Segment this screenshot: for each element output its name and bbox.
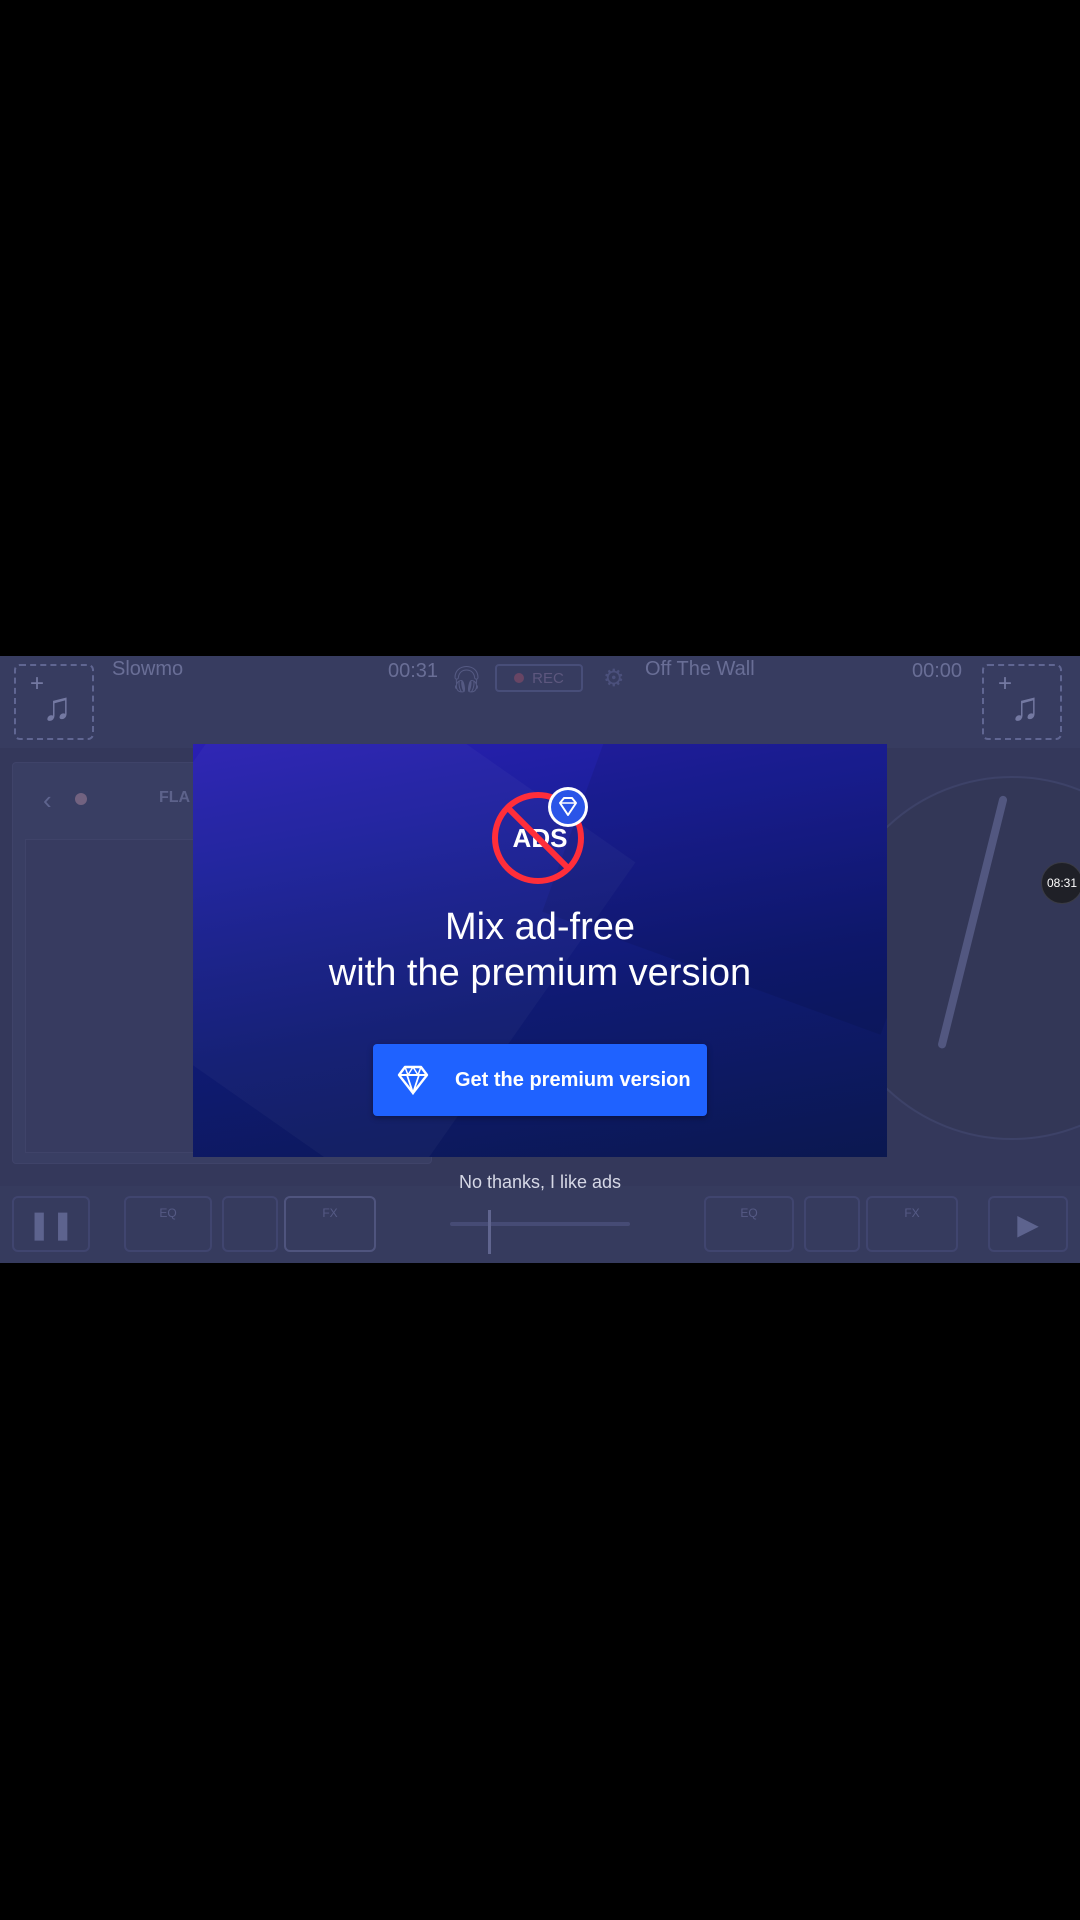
premium-dialog: ADS Mix ad-free with the premium version… [193,744,887,1157]
get-premium-button[interactable]: Get the premium version [373,1044,707,1116]
decline-ads-link[interactable]: No thanks, I like ads [0,1172,1080,1193]
headline-line-2: with the premium version [328,952,752,994]
dialog-headline: Mix ad-free with the premium version [193,904,887,996]
diamond-icon [397,1065,429,1095]
no-ads-icon: ADS [492,787,588,884]
get-premium-label: Get the premium version [455,1068,691,1091]
headline-line-1: Mix ad-free [444,906,636,948]
timer-badge[interactable]: 08:31 [1041,862,1080,904]
